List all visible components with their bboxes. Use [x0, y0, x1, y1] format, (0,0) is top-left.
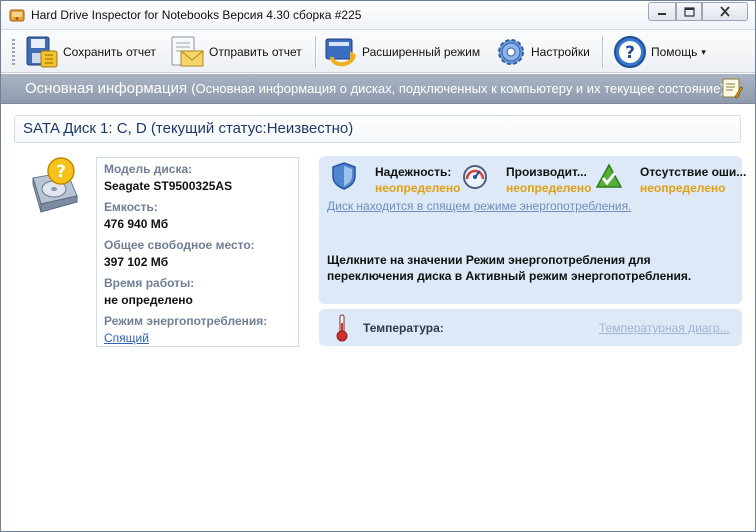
advanced-mode-icon	[325, 38, 356, 67]
advanced-mode-button[interactable]: Расширенный режим	[324, 34, 480, 70]
status-label: Надежность:	[375, 165, 452, 179]
disk-properties-panel: Модель диска: Seagate ST9500325AS Емкост…	[96, 157, 299, 347]
prop-value: Seagate ST9500325AS	[104, 179, 233, 193]
status-label: Отсутствие оши...	[640, 165, 747, 179]
help-button[interactable]: ? Помощь ▾	[613, 34, 706, 70]
prop-value: не определено	[104, 293, 193, 307]
prop-label: Время работы:	[104, 276, 195, 290]
app-window: Hard Drive Inspector for Notebooks Верси…	[0, 0, 756, 532]
section-title: Основная информация (Основная информация…	[25, 80, 725, 97]
prop-value: 397 102 Мб	[104, 255, 169, 269]
notes-icon[interactable]	[721, 77, 743, 99]
sleep-mode-link[interactable]: Диск находится в спящем режиме энергопот…	[327, 199, 631, 213]
gear-icon	[498, 39, 524, 65]
save-report-button[interactable]: Сохранить отчет	[23, 34, 156, 70]
disk-title: SATA Диск 1: C, D (текущий статус:Неизве…	[23, 120, 354, 137]
minimize-icon	[658, 12, 666, 15]
section-subtitle: (Основная информация о дисках, подключен…	[191, 81, 725, 96]
section-title-text: Основная информация	[25, 80, 188, 97]
thermometer-icon	[336, 314, 348, 342]
prop-free-space: Общее свободное место: 397 102 Мб	[104, 238, 255, 269]
section-header: Основная информация (Основная информация…	[1, 74, 755, 104]
power-mode-link[interactable]: Спящий	[104, 331, 267, 345]
disk-title-bar[interactable]: SATA Диск 1: C, D (текущий статус:Неизве…	[14, 115, 741, 143]
prop-value: 476 940 Мб	[104, 217, 169, 231]
status-value: неопределено	[375, 181, 461, 195]
power-mode-hint: Щелкните на значении Режим энергопотребл…	[327, 253, 692, 283]
maximize-icon	[683, 6, 695, 17]
prop-label: Модель диска:	[104, 162, 193, 176]
status-value: неопределено	[506, 181, 592, 195]
prop-capacity: Емкость: 476 940 Мб	[104, 200, 168, 231]
temperature-label: Температура:	[363, 321, 444, 335]
gauge-icon	[463, 165, 487, 189]
minimize-button[interactable]	[648, 2, 676, 21]
maximize-button[interactable]	[676, 2, 702, 21]
temperature-chart-link[interactable]: Температурная диагр...	[599, 321, 730, 335]
settings-button[interactable]: Настройки	[495, 34, 590, 70]
prop-label: Емкость:	[104, 200, 158, 214]
close-button[interactable]	[702, 2, 748, 21]
shield-icon	[332, 162, 356, 190]
prop-model: Модель диска: Seagate ST9500325AS	[104, 162, 232, 193]
save-report-label: Сохранить отчет	[63, 45, 156, 59]
prop-power-mode: Режим энергопотребления: Спящий	[104, 314, 267, 345]
status-panel: Надежность: неопределено Производит... н…	[319, 156, 746, 304]
chevron-down-icon: ▾	[701, 46, 706, 57]
svg-text:?: ?	[625, 43, 635, 63]
save-report-icon	[26, 36, 58, 68]
send-report-label: Отправить отчет	[209, 45, 302, 59]
toolbar-separator	[315, 36, 316, 68]
window-title: Hard Drive Inspector for Notebooks Верси…	[31, 8, 362, 22]
prop-label: Режим энергопотребления:	[104, 314, 268, 328]
hard-drive-unknown-icon: ?	[32, 157, 78, 213]
close-icon	[720, 6, 730, 17]
toolbar-separator	[602, 36, 603, 68]
prop-label: Общее свободное место:	[104, 238, 255, 252]
send-report-icon	[171, 36, 204, 67]
toolbar: Сохранить отчет Отправить отчет Расширен…	[1, 31, 755, 73]
help-icon: ?	[614, 36, 646, 68]
settings-label: Настройки	[531, 45, 590, 59]
status-label: Производит...	[506, 165, 587, 179]
advanced-mode-label: Расширенный режим	[362, 45, 481, 59]
temperature-panel: Температура: Температурная диагр...	[319, 309, 742, 346]
prop-uptime: Время работы: не определено	[104, 276, 194, 307]
app-icon	[9, 9, 25, 22]
check-triangle-icon	[596, 163, 622, 188]
help-label: Помощь	[651, 45, 698, 59]
svg-text:?: ?	[56, 162, 66, 182]
title-bar[interactable]: Hard Drive Inspector for Notebooks Верси…	[1, 1, 755, 30]
toolbar-grip[interactable]	[12, 39, 15, 65]
send-report-button[interactable]: Отправить отчет	[169, 34, 302, 70]
status-value: неопределено	[640, 181, 726, 195]
